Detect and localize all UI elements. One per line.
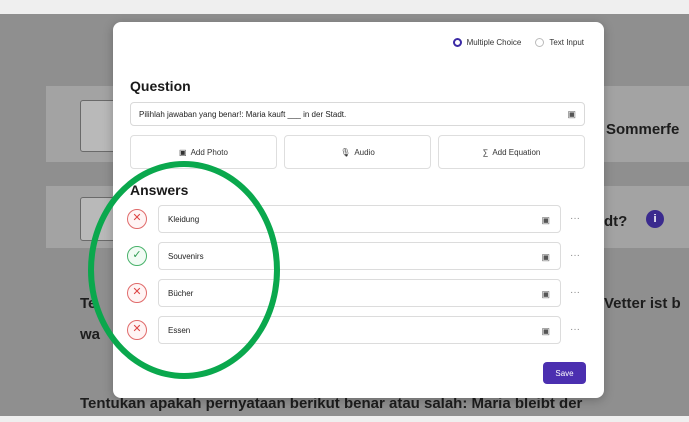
background-question-text-1: Sommerfe (606, 121, 680, 138)
answer-mode-toggle: Multiple Choice Text Input (452, 38, 584, 47)
more-options-icon[interactable]: ··· (570, 250, 580, 261)
audio-label: Audio (354, 147, 375, 157)
mode-option-label: Multiple Choice (466, 38, 522, 47)
mode-multiple-choice[interactable]: Multiple Choice (452, 38, 522, 47)
save-button[interactable]: Save (543, 362, 586, 384)
image-icon[interactable]: ▣ (567, 109, 576, 120)
radio-unselected-icon[interactable] (535, 38, 545, 47)
question-text-field[interactable]: Pilihlah jawaban yang benar!: Maria kauf… (130, 102, 585, 126)
question-heading: Question (130, 78, 191, 94)
green-highlight-ellipse (88, 161, 280, 379)
more-options-icon[interactable]: ··· (570, 213, 580, 224)
bottom-strip (0, 416, 689, 422)
add-equation-label: Add Equation (492, 147, 541, 157)
add-equation-button[interactable]: ∑ Add Equation (438, 135, 585, 169)
mode-text-input[interactable]: Text Input (535, 38, 584, 47)
background-question-text-3b: Vetter ist b (604, 295, 681, 312)
microphone-icon: 🎙 (340, 147, 351, 157)
background-question-text-2: dt? (604, 213, 628, 230)
audio-button[interactable]: 🎙 Audio (284, 135, 431, 169)
question-text: Pilihlah jawaban yang benar!: Maria kauf… (139, 110, 347, 119)
image-icon[interactable]: ▣ (541, 215, 550, 226)
image-icon[interactable]: ▣ (541, 289, 550, 300)
radio-selected-icon[interactable] (452, 38, 462, 47)
equation-icon: ∑ (482, 147, 489, 157)
top-strip (0, 0, 689, 14)
more-options-icon[interactable]: ··· (570, 324, 580, 335)
mode-option-label: Text Input (549, 38, 584, 47)
background-thumbnail-1 (80, 100, 116, 152)
more-options-icon[interactable]: ··· (570, 287, 580, 298)
image-icon[interactable]: ▣ (541, 252, 550, 263)
background-info-badge: i (646, 210, 664, 228)
image-icon[interactable]: ▣ (541, 326, 550, 337)
add-photo-label: Add Photo (190, 147, 228, 157)
photo-icon: ▣ (179, 147, 187, 157)
background-question-text-3c: wa (80, 326, 101, 343)
